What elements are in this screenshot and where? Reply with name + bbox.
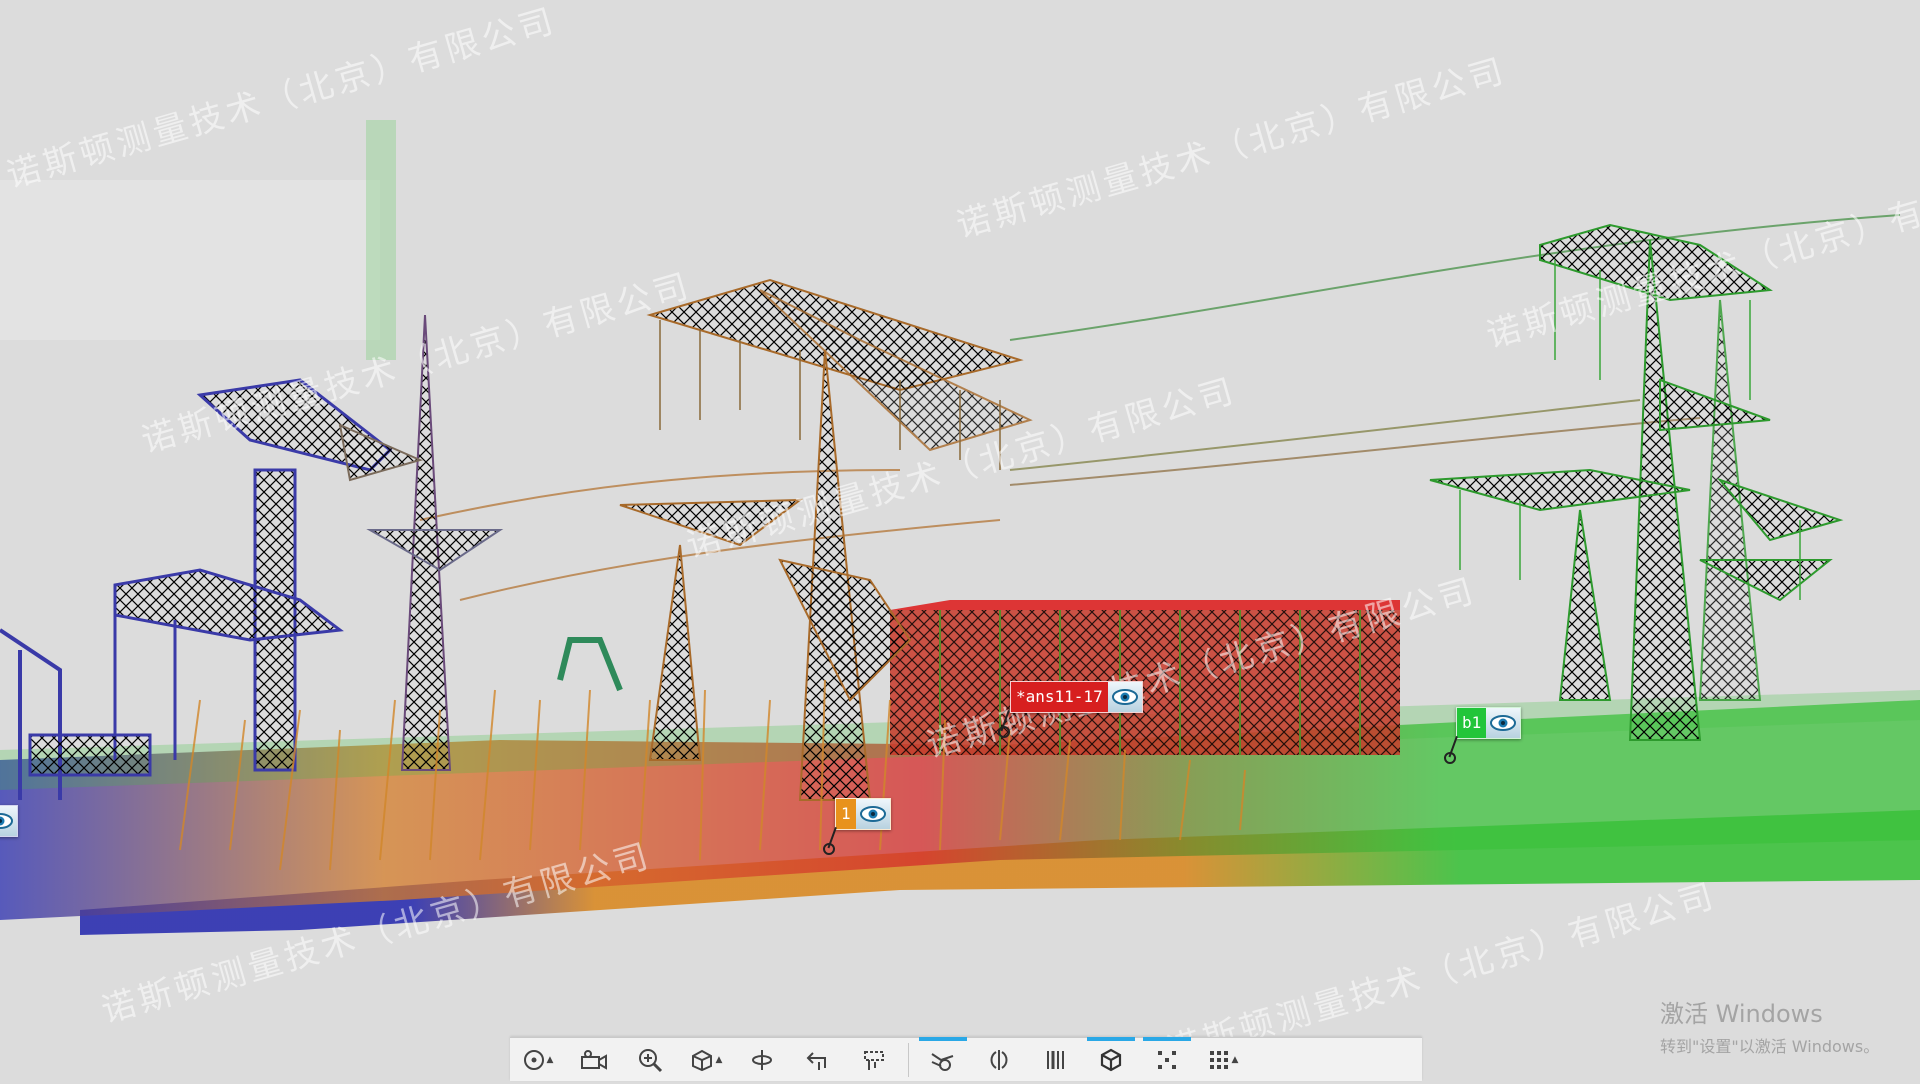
point-cloud-viewport[interactable]: 诺斯顿测量技术（北京）有限公司 诺斯顿测量技术（北京）有限公司 诺斯顿测量技术（… (0, 0, 1920, 1080)
green-tower-structure (1429, 223, 1844, 741)
clip-icon (931, 1052, 954, 1071)
undo-view-icon (806, 1051, 826, 1070)
section-button[interactable] (971, 1038, 1027, 1081)
pick-icon (864, 1050, 884, 1070)
box-button[interactable] (1083, 1037, 1139, 1081)
slice-icon (1047, 1050, 1064, 1069)
rotate-button[interactable] (734, 1038, 790, 1081)
camera-button[interactable] (566, 1038, 622, 1081)
section-icon (990, 1049, 1008, 1070)
tag-anchor-point (823, 843, 835, 855)
cube-icon (691, 1049, 712, 1071)
tag-ans11-17[interactable]: *ans11-17 (1010, 681, 1143, 713)
undo-view-button[interactable] (790, 1038, 846, 1081)
point-cloud-scene[interactable] (0, 0, 1920, 1080)
caret-up-icon[interactable]: ▲ (547, 1055, 554, 1065)
windows-activation-notice: 激活 Windows 转到"设置"以激活 Windows。 (1660, 994, 1879, 1057)
camera-icon (581, 1049, 607, 1070)
caret-up-icon[interactable]: ▲ (1232, 1055, 1239, 1065)
target-icon (523, 1049, 544, 1070)
rotate-icon (752, 1049, 772, 1070)
slice-button[interactable] (1027, 1038, 1083, 1081)
view-cube-button[interactable]: ▲ (678, 1038, 734, 1081)
zoom-icon (639, 1048, 663, 1072)
eye-icon[interactable] (0, 806, 17, 836)
tag-b1[interactable]: b1 (1456, 707, 1522, 739)
view-toolbar: ▲ ▲ ▲ (510, 1037, 1422, 1081)
points-icon (1158, 1050, 1176, 1069)
caret-up-icon[interactable]: ▲ (716, 1055, 723, 1065)
grid-icon (1209, 1050, 1228, 1069)
tag-label: *ans11-17 (1016, 687, 1103, 706)
eye-icon[interactable] (855, 799, 890, 829)
eye-icon[interactable] (1107, 682, 1142, 712)
activation-subtitle: 转到"设置"以激活 Windows。 (1660, 1037, 1880, 1056)
tag-anchor-point (998, 726, 1010, 738)
tag-1[interactable]: 1 (835, 798, 891, 830)
eye-icon[interactable] (1486, 708, 1521, 738)
activation-title: 激活 Windows (1660, 1000, 1823, 1028)
box-icon (1100, 1048, 1122, 1071)
lattice-tower-left (338, 314, 504, 771)
tag-label: b1 (1462, 713, 1482, 732)
zoom-button[interactable] (622, 1038, 678, 1081)
pick-button[interactable] (846, 1038, 902, 1081)
toolbar-separator (908, 1042, 909, 1077)
tag-label: 1 (841, 804, 851, 823)
tag-anchor-point (1444, 752, 1456, 764)
clip-tool-button[interactable] (915, 1037, 971, 1081)
tag-partial-left[interactable] (0, 805, 18, 837)
points-button[interactable] (1139, 1037, 1195, 1081)
red-building-structure (890, 600, 1400, 755)
grid-menu-button[interactable]: ▲ (1195, 1038, 1251, 1081)
orbit-center-button[interactable]: ▲ (510, 1038, 566, 1081)
